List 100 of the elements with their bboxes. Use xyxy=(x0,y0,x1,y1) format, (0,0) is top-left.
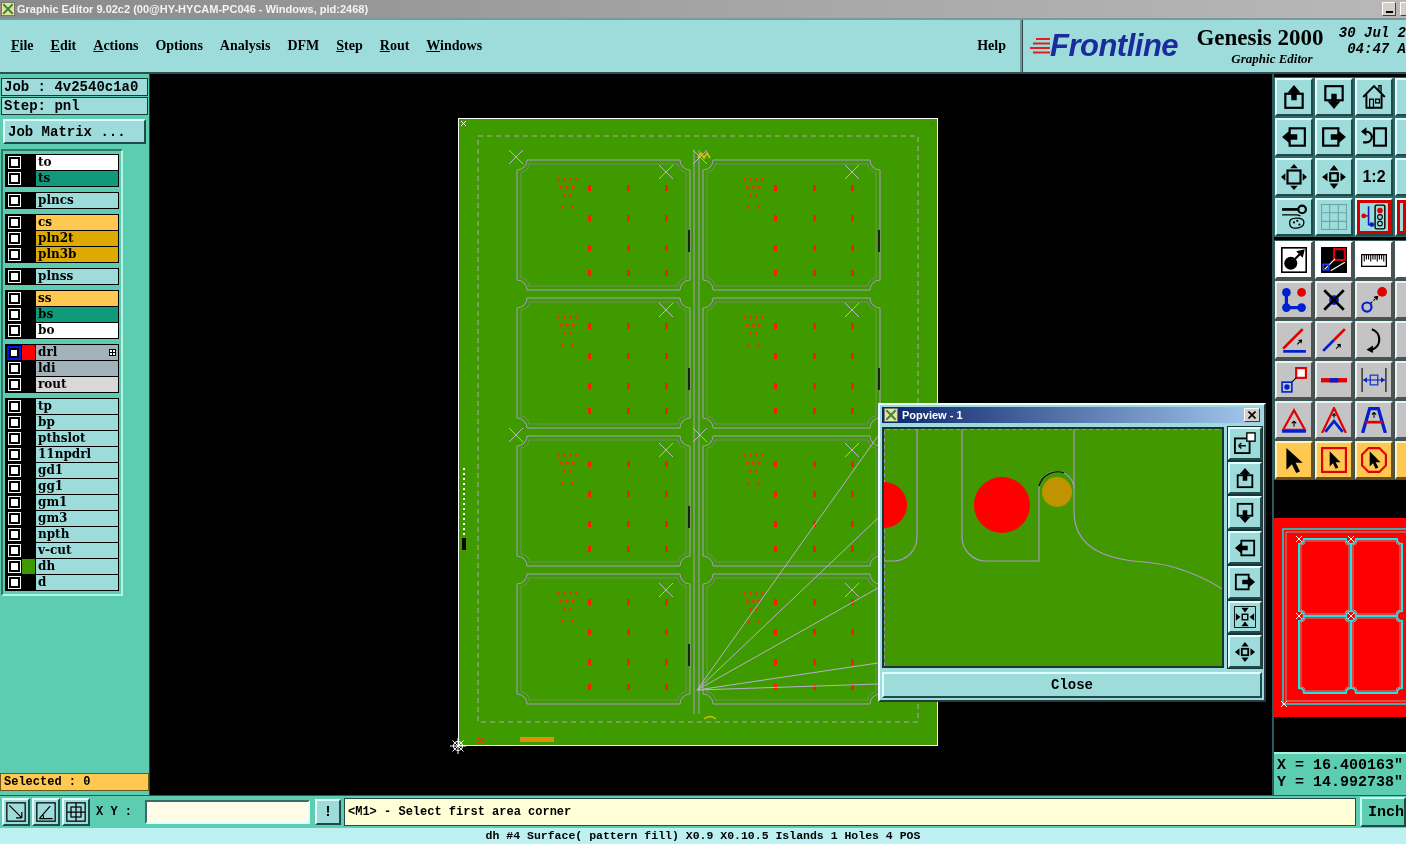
toolbar-button[interactable] xyxy=(1395,281,1406,319)
menu-item[interactable]: Windows xyxy=(426,38,483,54)
toolbar-button[interactable] xyxy=(1275,158,1313,196)
toolbar-button[interactable] xyxy=(1315,441,1353,479)
xy-input[interactable] xyxy=(145,800,310,824)
layer-checkbox[interactable] xyxy=(8,465,20,476)
toolbar-button[interactable] xyxy=(1395,78,1406,116)
layer-checkbox[interactable] xyxy=(8,529,20,540)
layer-name[interactable]: ldi xyxy=(36,361,118,376)
toolbar-button[interactable] xyxy=(1275,198,1313,236)
layer-name[interactable]: bs xyxy=(36,307,118,322)
layer-checkbox[interactable] xyxy=(8,481,20,492)
view-tool-button[interactable] xyxy=(1228,496,1262,530)
layer-name[interactable]: bo xyxy=(36,323,118,338)
toolbar-button[interactable] xyxy=(1315,118,1353,156)
layer-name[interactable]: dh xyxy=(36,559,118,574)
toolbar-button[interactable] xyxy=(1315,158,1353,196)
toolbar-button[interactable] xyxy=(1275,361,1313,399)
menu-item[interactable]: Step xyxy=(336,38,363,54)
toolbar-button[interactable] xyxy=(1355,441,1393,479)
layer-checkbox[interactable] xyxy=(8,249,20,260)
layer-checkbox[interactable] xyxy=(8,271,20,282)
menu-item[interactable]: Rout xyxy=(379,38,410,54)
toolbar-button[interactable] xyxy=(1315,78,1353,116)
layer-checkbox[interactable] xyxy=(8,157,20,168)
layer-checkbox[interactable] xyxy=(8,497,20,508)
units-button[interactable]: Inch xyxy=(1360,797,1406,827)
toolbar-button[interactable] xyxy=(1315,321,1353,359)
view-tool-button[interactable] xyxy=(1228,427,1262,460)
zoom-ratio-button[interactable]: 1:2 xyxy=(1355,158,1393,196)
menu-item[interactable]: Actions xyxy=(93,38,139,54)
alert-button[interactable]: ! xyxy=(315,799,341,825)
toolbar-button[interactable] xyxy=(1395,441,1406,479)
job-matrix-button[interactable]: Job Matrix ... xyxy=(3,119,146,144)
layer-name[interactable]: gg1 xyxy=(36,479,118,494)
tool-button[interactable] xyxy=(62,798,90,826)
toolbar-button[interactable] xyxy=(1315,361,1353,399)
layer-checkbox[interactable] xyxy=(8,363,20,374)
toolbar-button[interactable] xyxy=(1315,198,1353,236)
toolbar-button[interactable] xyxy=(1355,361,1393,399)
layer-checkbox[interactable] xyxy=(8,379,20,390)
toolbar-button[interactable] xyxy=(1355,321,1393,359)
view-tool-button[interactable] xyxy=(1228,600,1262,634)
layer-checkbox[interactable] xyxy=(8,545,20,556)
layer-name[interactable]: to xyxy=(36,155,118,170)
toolbar-button[interactable] xyxy=(1395,158,1406,196)
layer-name[interactable]: gm3 xyxy=(36,511,118,526)
menu-item[interactable]: File xyxy=(11,38,34,54)
menu-item[interactable]: DFM xyxy=(287,38,320,54)
layer-checkbox[interactable] xyxy=(8,417,20,428)
menu-item[interactable]: Edit xyxy=(50,38,77,54)
layer-name[interactable]: d xyxy=(36,575,118,590)
layer-checkbox[interactable] xyxy=(8,577,20,588)
layer-name[interactable]: pln2t xyxy=(36,231,118,246)
tool-button[interactable] xyxy=(32,798,60,826)
layer-name[interactable]: 11npdrl xyxy=(36,447,118,462)
layer-name[interactable]: plnss xyxy=(36,269,118,284)
toolbar-button[interactable] xyxy=(1395,401,1406,439)
layer-name[interactable]: gd1 xyxy=(36,463,118,478)
layer-checkbox[interactable] xyxy=(8,513,20,524)
toolbar-button[interactable] xyxy=(1315,401,1353,439)
layer-checkbox[interactable] xyxy=(8,217,20,228)
toolbar-button[interactable] xyxy=(1275,281,1313,319)
layer-name[interactable]: tp xyxy=(36,399,118,414)
menu-item[interactable]: Analysis xyxy=(219,38,271,54)
layer-name[interactable]: ss xyxy=(36,291,118,306)
layer-checkbox[interactable] xyxy=(8,325,20,336)
toolbar-button[interactable] xyxy=(1355,78,1393,116)
layer-name[interactable]: rout xyxy=(36,377,118,392)
toolbar-button[interactable] xyxy=(1275,321,1313,359)
layer-checkbox[interactable] xyxy=(8,195,20,206)
layer-name[interactable]: v-cut xyxy=(36,543,118,558)
toolbar-button[interactable] xyxy=(1355,118,1393,156)
view-tool-button[interactable] xyxy=(1228,635,1262,669)
maximize-button[interactable] xyxy=(1400,2,1406,16)
toolbar-button[interactable] xyxy=(1275,441,1313,479)
toolbar-button[interactable] xyxy=(1355,281,1393,319)
layer-name[interactable]: ts xyxy=(36,171,118,186)
minimize-button[interactable] xyxy=(1382,2,1396,16)
layer-name[interactable]: cs xyxy=(36,215,118,230)
layer-checkbox[interactable] xyxy=(8,433,20,444)
view-tool-button[interactable] xyxy=(1228,565,1262,599)
layer-name[interactable]: pthslot xyxy=(36,431,118,446)
layer-checkbox[interactable] xyxy=(8,401,20,412)
layer-checkbox[interactable] xyxy=(8,233,20,244)
toolbar-button[interactable] xyxy=(1355,198,1393,236)
layer-name[interactable]: drl xyxy=(36,345,118,360)
close-button[interactable] xyxy=(1244,408,1260,422)
toolbar-button[interactable] xyxy=(1395,118,1406,156)
tool-button[interactable] xyxy=(2,798,30,826)
toolbar-button[interactable] xyxy=(1395,321,1406,359)
layer-name[interactable]: pln3b xyxy=(36,247,118,262)
close-popview-button[interactable]: Close xyxy=(882,672,1262,698)
layer-checkbox[interactable] xyxy=(8,309,20,320)
layer-name[interactable]: bp xyxy=(36,415,118,430)
layer-name[interactable]: plncs xyxy=(36,193,118,208)
toolbar-button[interactable] xyxy=(1395,198,1406,236)
toolbar-button[interactable] xyxy=(1275,78,1313,116)
layer-name[interactable]: npth xyxy=(36,527,118,542)
layer-checkbox[interactable] xyxy=(8,293,20,304)
